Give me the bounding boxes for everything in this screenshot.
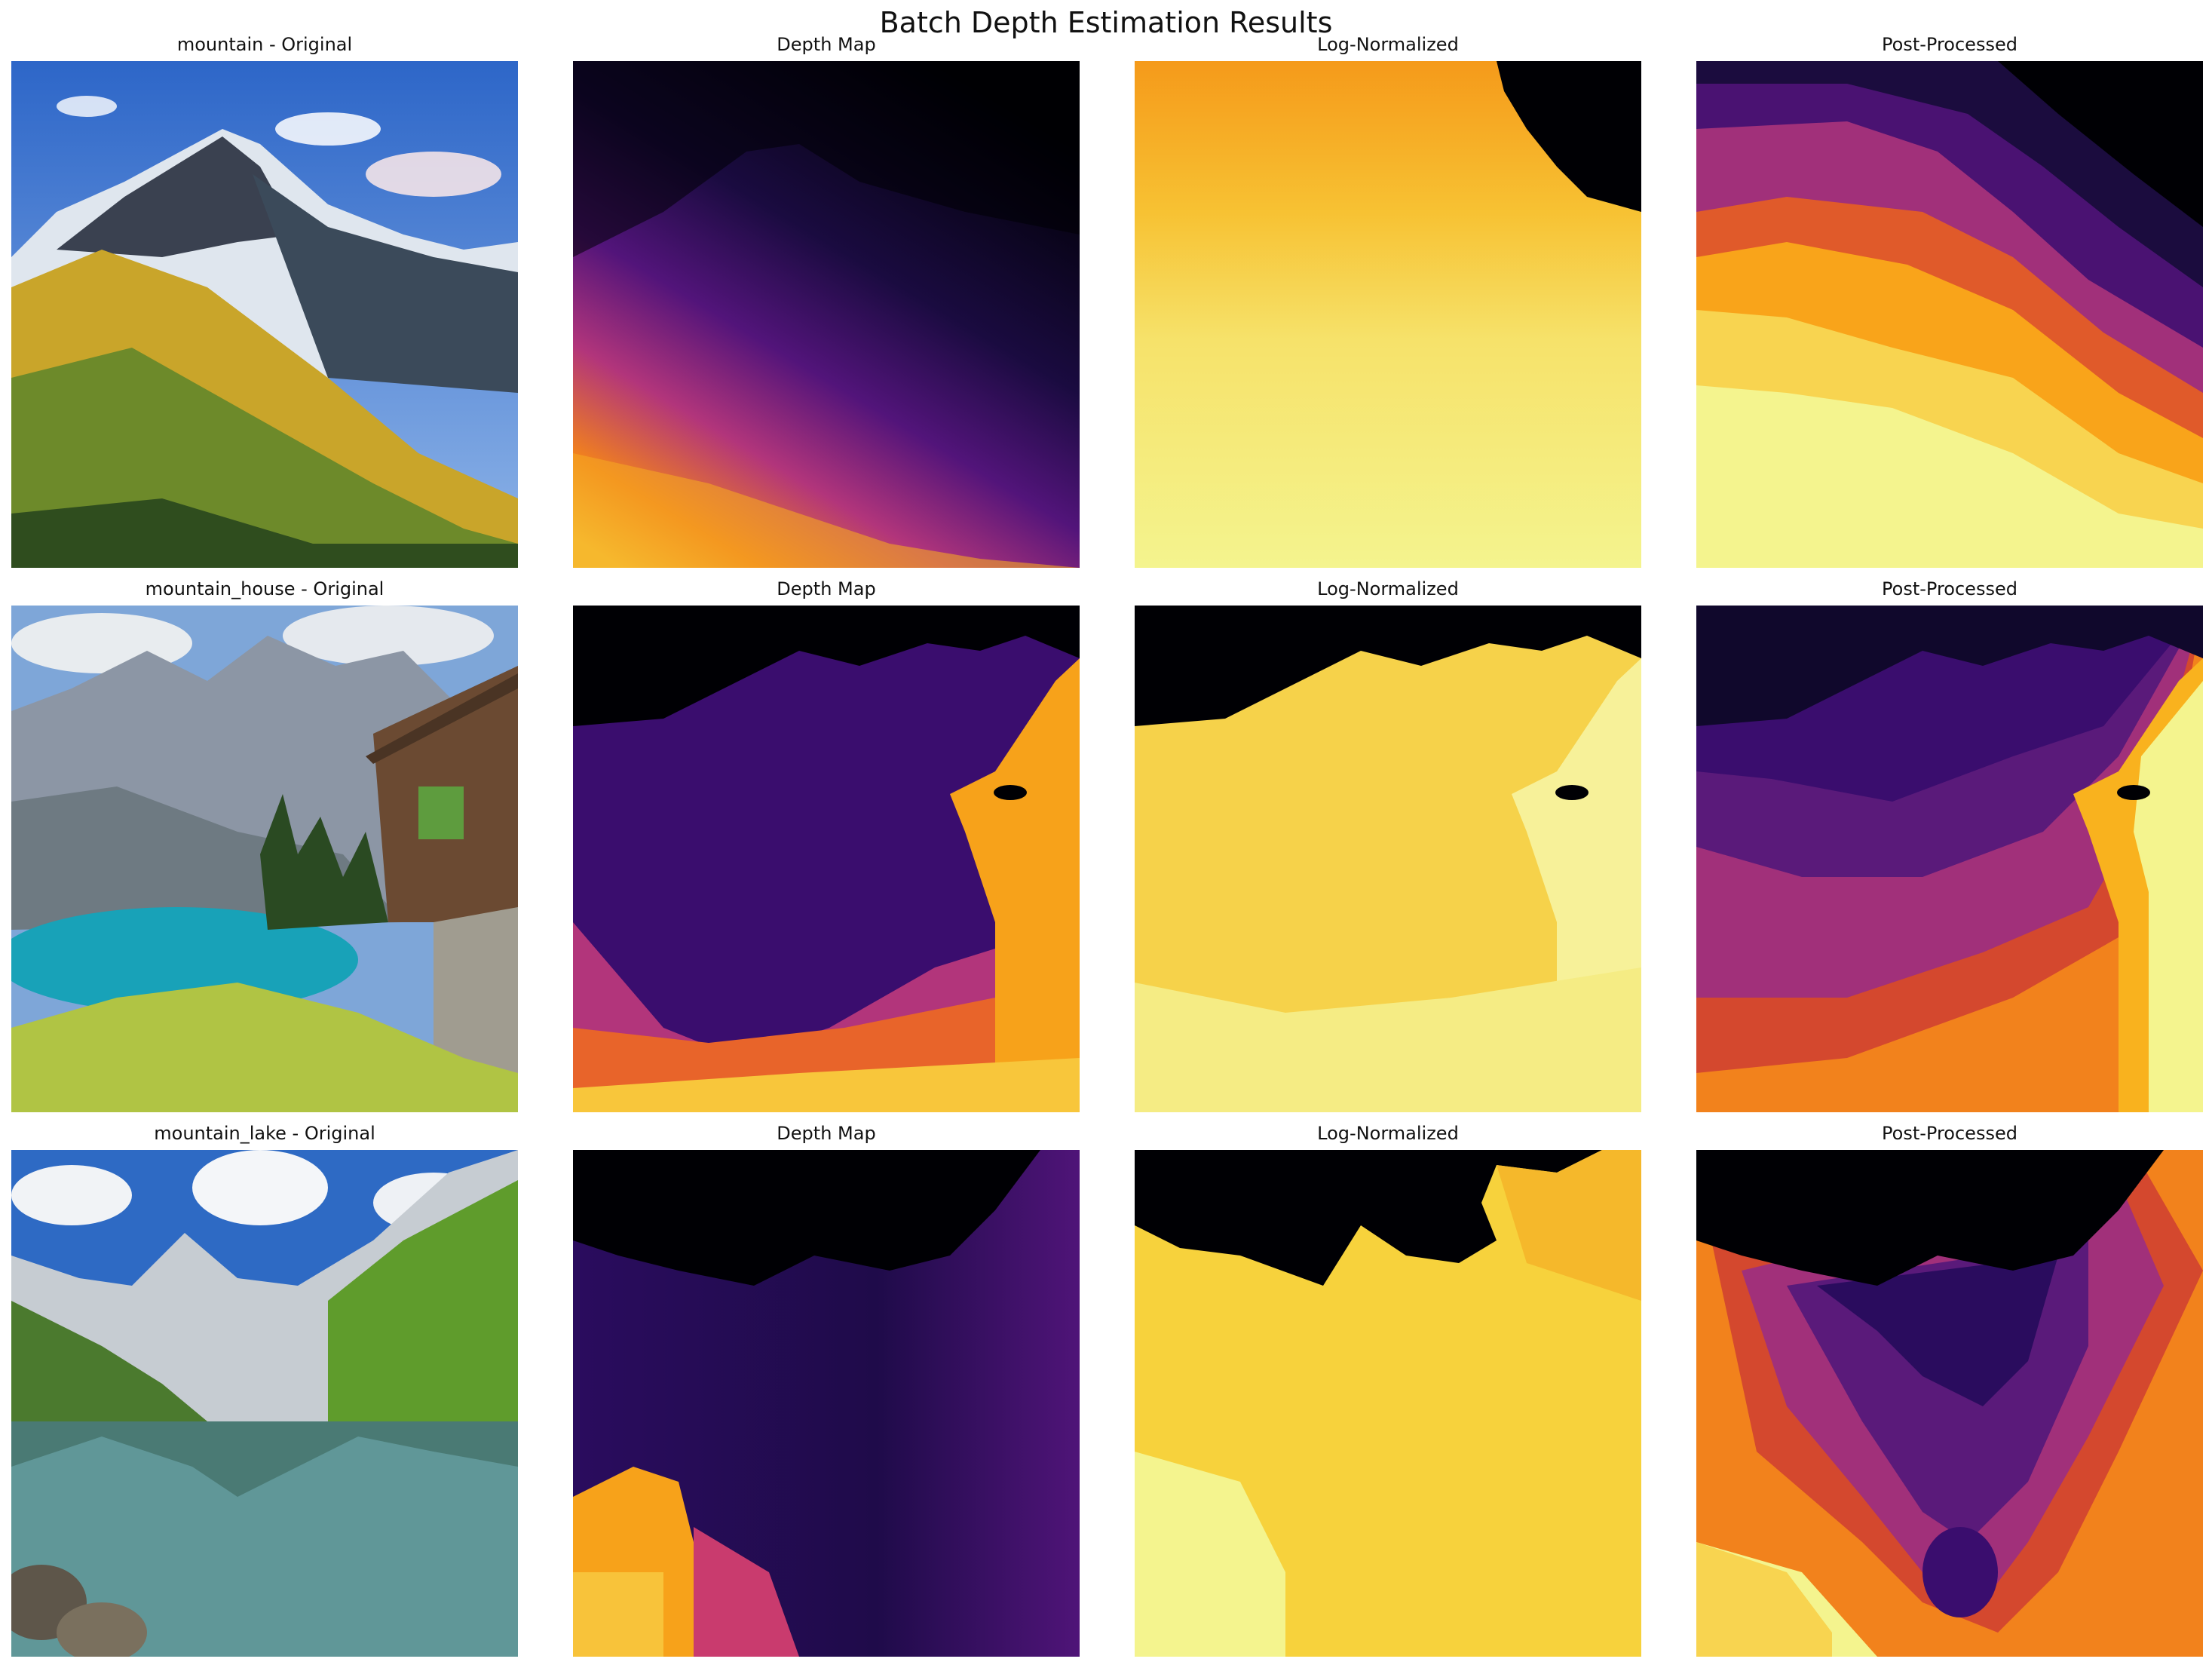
original-image <box>11 606 518 1112</box>
log-normalized-image <box>1135 61 1641 568</box>
original-image <box>11 1150 518 1657</box>
depth-map-image <box>573 61 1080 568</box>
panel-title: Post-Processed <box>1882 1123 2017 1144</box>
depth-map-image <box>573 1150 1080 1657</box>
log-normalized-image <box>1135 1150 1641 1657</box>
panel-title: Post-Processed <box>1882 34 2017 55</box>
panel-title: Depth Map <box>777 34 876 55</box>
panel-title: Log-Normalized <box>1317 34 1459 55</box>
panel-title: Depth Map <box>777 1123 876 1144</box>
panel-title: Log-Normalized <box>1317 578 1459 599</box>
log-normalized-image <box>1135 606 1641 1112</box>
panel-title: Log-Normalized <box>1317 1123 1459 1144</box>
panel-title: mountain - Original <box>176 34 353 55</box>
panel-title: Depth Map <box>777 578 876 599</box>
post-processed-image <box>1696 61 2203 568</box>
panel-title: mountain_lake - Original <box>154 1123 375 1144</box>
panel-title: mountain_house - Original <box>145 578 384 599</box>
panel-title: Post-Processed <box>1882 578 2017 599</box>
original-image <box>11 61 518 568</box>
post-processed-image <box>1696 606 2203 1112</box>
depth-map-image <box>573 606 1080 1112</box>
post-processed-image <box>1696 1150 2203 1657</box>
